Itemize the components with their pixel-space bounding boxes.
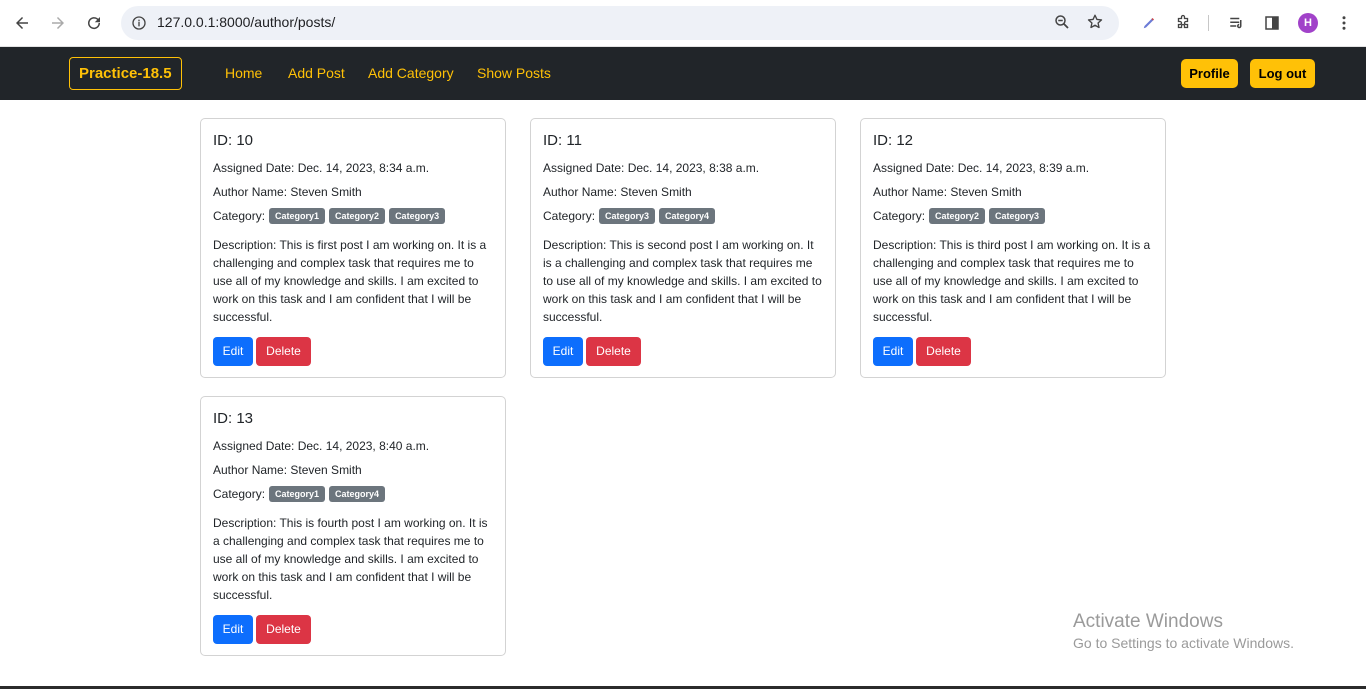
profile-avatar[interactable]: H [1298, 13, 1318, 33]
post-description: Description: This is first post I am wor… [213, 238, 487, 324]
extensions-puzzle-icon[interactable] [1172, 12, 1194, 34]
edit-button[interactable]: Edit [213, 337, 253, 366]
brand-logo[interactable]: Practice-18.5 [69, 57, 182, 90]
category-badge: Category3 [599, 208, 656, 224]
address-bar[interactable]: 127.0.0.1:8000/author/posts/ [121, 6, 1119, 40]
action-buttons: Edit Delete [873, 337, 1153, 366]
post-card: ID: 12 Assigned Date: Dec. 14, 2023, 8:3… [860, 118, 1166, 378]
bookmark-star-icon[interactable] [1086, 13, 1106, 33]
zoom-icon[interactable] [1053, 13, 1073, 33]
category-row: Category: Category3 Category4 [543, 208, 823, 224]
url-text[interactable]: 127.0.0.1:8000/author/posts/ [157, 14, 335, 30]
action-buttons: Edit Delete [543, 337, 823, 366]
action-buttons: Edit Delete [213, 615, 493, 644]
category-label: Category: [213, 209, 266, 223]
author-name: Author Name: Steven Smith [873, 185, 1022, 199]
category-badge: Category3 [989, 208, 1046, 224]
site-info-icon[interactable] [129, 13, 149, 33]
side-panel-icon[interactable] [1261, 12, 1283, 34]
post-id: ID: 11 [543, 132, 582, 149]
author-name: Author Name: Steven Smith [543, 185, 692, 199]
edit-button[interactable]: Edit [213, 615, 253, 644]
post-description: Description: This is fourth post I am wo… [213, 516, 488, 602]
watermark-subtitle: Go to Settings to activate Windows. [1073, 635, 1294, 651]
post-id: ID: 13 [213, 410, 254, 427]
category-label: Category: [213, 487, 266, 501]
nav-link-show-posts[interactable]: Show Posts [477, 65, 551, 81]
browser-menu-icon[interactable] [1333, 12, 1355, 34]
profile-button[interactable]: Profile [1181, 59, 1238, 88]
category-badge: Category2 [329, 208, 386, 224]
watermark-title: Activate Windows [1073, 611, 1223, 632]
assigned-date: Assigned Date: Dec. 14, 2023, 8:38 a.m. [543, 161, 760, 175]
forward-button[interactable] [44, 9, 72, 37]
assigned-date: Assigned Date: Dec. 14, 2023, 8:34 a.m. [213, 161, 430, 175]
delete-button[interactable]: Delete [916, 337, 971, 366]
category-badge: Category4 [329, 486, 386, 502]
post-card: ID: 13 Assigned Date: Dec. 14, 2023, 8:4… [200, 396, 506, 656]
category-badge: Category2 [929, 208, 986, 224]
delete-button[interactable]: Delete [256, 615, 311, 644]
post-card: ID: 11 Assigned Date: Dec. 14, 2023, 8:3… [530, 118, 836, 378]
delete-button[interactable]: Delete [586, 337, 641, 366]
toolbar-divider [1208, 15, 1209, 31]
back-button[interactable] [8, 9, 36, 37]
nav-link-add-post[interactable]: Add Post [288, 65, 345, 81]
assigned-date: Assigned Date: Dec. 14, 2023, 8:40 a.m. [213, 439, 430, 453]
category-badge: Category3 [389, 208, 446, 224]
category-badge: Category1 [269, 486, 326, 502]
site-navbar: Practice-18.5 Home Add Post Add Category… [0, 47, 1366, 100]
nav-link-add-category[interactable]: Add Category [368, 65, 454, 81]
reload-icon [88, 17, 101, 30]
post-id: ID: 12 [873, 132, 914, 149]
category-badge: Category1 [269, 208, 326, 224]
category-label: Category: [873, 209, 926, 223]
edit-button[interactable]: Edit [873, 337, 913, 366]
post-card: ID: 10 Assigned Date: Dec. 14, 2023, 8:3… [200, 118, 506, 378]
edit-button[interactable]: Edit [543, 337, 583, 366]
activate-windows-watermark: Activate Windows Go to Settings to activ… [1073, 611, 1294, 653]
assigned-date: Assigned Date: Dec. 14, 2023, 8:39 a.m. [873, 161, 1090, 175]
author-name: Author Name: Steven Smith [213, 185, 362, 199]
post-description: Description: This is second post I am wo… [543, 238, 822, 324]
post-description: Description: This is third post I am wor… [873, 238, 1151, 324]
category-label: Category: [543, 209, 596, 223]
post-id: ID: 10 [213, 132, 254, 149]
reload-button[interactable] [80, 9, 108, 37]
logout-button[interactable]: Log out [1250, 59, 1315, 88]
nav-link-home[interactable]: Home [225, 65, 262, 81]
category-row: Category: Category2 Category3 [873, 208, 1153, 224]
media-queue-icon[interactable] [1226, 12, 1248, 34]
author-name: Author Name: Steven Smith [213, 463, 362, 477]
delete-button[interactable]: Delete [256, 337, 311, 366]
category-row: Category: Category1 Category2 Category3 [213, 208, 493, 224]
action-buttons: Edit Delete [213, 337, 493, 366]
extension-pen-icon[interactable] [1138, 12, 1160, 34]
category-row: Category: Category1 Category4 [213, 486, 493, 502]
back-arrow-icon [16, 17, 28, 29]
browser-toolbar: 127.0.0.1:8000/author/posts/ H [0, 0, 1366, 47]
category-badge: Category4 [659, 208, 716, 224]
forward-arrow-icon [52, 17, 64, 29]
